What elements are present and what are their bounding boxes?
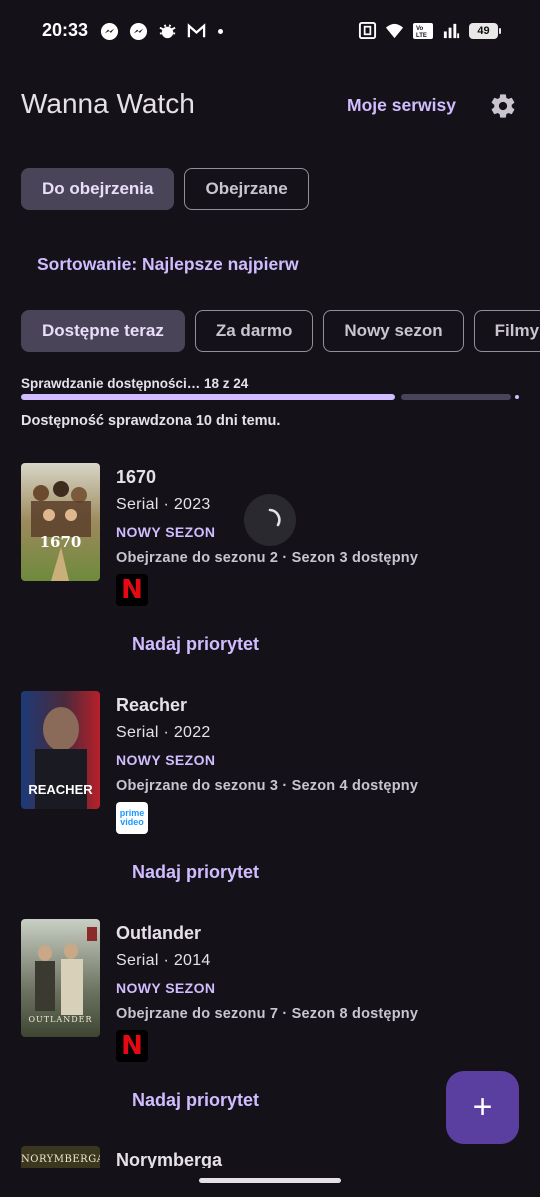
poster-image: REACHER xyxy=(21,691,100,809)
svg-text:OUTLANDER: OUTLANDER xyxy=(28,1015,92,1024)
notification-icons xyxy=(100,22,223,41)
filter-free[interactable]: Za darmo xyxy=(194,310,314,352)
poster-image: 1670 xyxy=(21,463,100,581)
settings-button[interactable] xyxy=(488,91,518,121)
progress-fill xyxy=(21,394,395,400)
status-time: 20:33 xyxy=(42,20,89,40)
svg-text:REACHER: REACHER xyxy=(28,782,93,797)
prime-video-logo-icon: prime video xyxy=(116,802,148,834)
gear-icon xyxy=(491,94,515,118)
new-season-badge: NOWY SEZON xyxy=(116,980,216,996)
set-priority-button[interactable]: Nadaj priorytet xyxy=(132,862,259,883)
netflix-logo-icon: N xyxy=(116,574,148,606)
poster-image: OUTLANDER xyxy=(21,919,100,1037)
svg-text:Vo: Vo xyxy=(416,26,424,32)
item-progress: Obejrzane do sezonu 3 · Sezon 4 dostępny xyxy=(116,778,419,794)
item-meta: Serial · 2014 xyxy=(116,952,211,969)
new-season-badge: NOWY SEZON xyxy=(116,524,216,540)
wifi-icon xyxy=(385,23,404,39)
app-title: Wanna Watch xyxy=(21,88,195,119)
messenger-icon xyxy=(100,22,119,41)
filter-movies[interactable]: Filmy xyxy=(473,310,540,352)
set-priority-button[interactable]: Nadaj priorytet xyxy=(132,634,259,655)
svg-text:LTE: LTE xyxy=(416,33,427,39)
item-title: 1670 xyxy=(116,467,157,487)
system-icons: Vo LTE 49 xyxy=(358,21,501,40)
bug-icon xyxy=(159,24,176,39)
add-title-button[interactable]: + xyxy=(446,1071,519,1144)
battery-indicator: 49 xyxy=(469,22,501,39)
filter-chips: Dostępne teraz Za darmo Nowy sezon Filmy xyxy=(21,310,540,352)
poster-image: NORYMBERGA xyxy=(21,1146,100,1168)
status-bar: 20:33 Vo LTE 49 xyxy=(0,0,540,62)
progress-remaining xyxy=(401,394,511,400)
availability-progress-bar xyxy=(21,394,519,400)
item-meta: Serial · 2022 xyxy=(116,724,211,741)
nfc-icon xyxy=(358,21,377,40)
filter-new-season[interactable]: Nowy sezon xyxy=(323,310,464,352)
dot-icon xyxy=(218,29,223,34)
availability-checked-text: Dostępność sprawdzona 10 dni temu. xyxy=(21,413,281,429)
netflix-logo-icon: N xyxy=(116,1030,148,1062)
svg-text:1670: 1670 xyxy=(40,533,82,551)
messenger-icon xyxy=(129,22,148,41)
item-title: Norymberga xyxy=(116,1150,223,1168)
item-meta: Serial · 2023 xyxy=(116,496,211,513)
list-item[interactable]: NORYMBERGA Norymberga xyxy=(0,1146,540,1168)
gmail-icon xyxy=(187,23,206,38)
loading-spinner xyxy=(244,494,296,546)
sort-selector[interactable]: Sortowanie: Najlepsze najpierw xyxy=(37,254,299,275)
my-services-button[interactable]: Moje serwisy xyxy=(347,95,456,116)
signal-icon xyxy=(443,23,460,39)
tab-to-watch[interactable]: Do obejrzenia xyxy=(21,168,175,210)
availability-progress-text: Sprawdzanie dostępności… 18 z 24 xyxy=(21,376,249,391)
list-tabs: Do obejrzenia Obejrzane xyxy=(21,168,309,210)
progress-stop-indicator xyxy=(515,395,519,399)
set-priority-button[interactable]: Nadaj priorytet xyxy=(132,1090,259,1111)
new-season-badge: NOWY SEZON xyxy=(116,752,216,768)
item-title: Outlander xyxy=(116,923,202,943)
item-progress: Obejrzane do sezonu 7 · Sezon 8 dostępny xyxy=(116,1006,419,1022)
list-item[interactable]: REACHER Reacher Serial · 2022 NOWY SEZON… xyxy=(0,691,540,919)
spinner-icon xyxy=(268,508,281,527)
item-progress: Obejrzane do sezonu 2 · Sezon 3 dostępny xyxy=(116,550,419,566)
volte-icon: VoLTE xyxy=(413,22,433,39)
item-title: Reacher xyxy=(116,695,188,715)
filter-available-now[interactable]: Dostępne teraz xyxy=(21,310,185,352)
plus-icon: + xyxy=(472,1088,493,1126)
home-indicator[interactable] xyxy=(199,1178,341,1183)
tab-watched[interactable]: Obejrzane xyxy=(184,168,309,210)
